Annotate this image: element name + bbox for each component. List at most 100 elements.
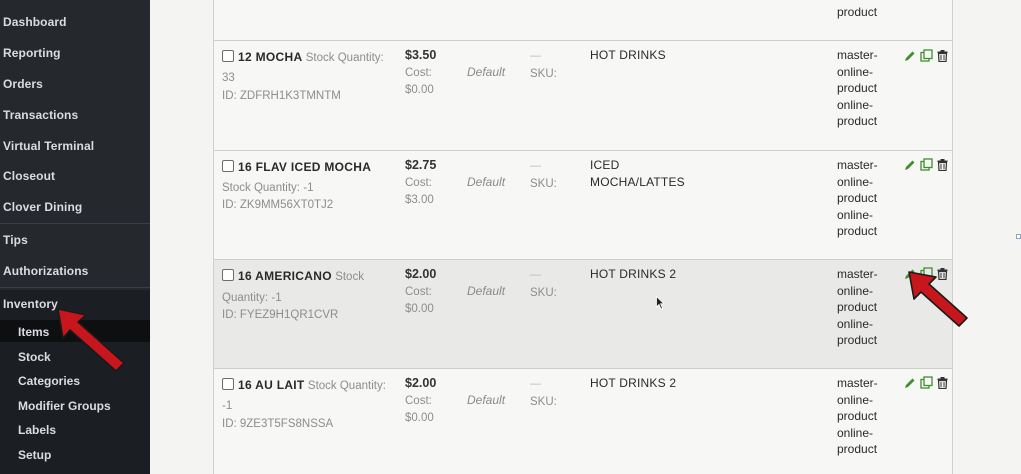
sku-label: SKU: [530,67,557,80]
stock-label: Stock Quantity: [305,52,384,64]
tag-line: product [837,191,878,205]
table-row[interactable]: 12 MOCHA Stock Quantity: 33 ID: ZDFRH1K3… [214,41,952,151]
table-row: product [214,0,952,41]
table-row[interactable]: 16 AMERICANO Stock Quantity: -1 ID: FYEZ… [214,260,952,369]
copy-icon[interactable] [920,376,933,389]
row-checkbox[interactable] [222,50,234,62]
sidebar-subitem-setup[interactable]: Setup [18,448,51,462]
category: HOT DRINKS 2 [590,376,677,390]
sku-dash: — [530,50,541,62]
stock-label-2: Quantity: [222,291,269,304]
tag-line: master- [837,267,878,281]
item-name[interactable]: 16 FLAV ICED MOCHA [238,160,371,174]
table-row[interactable]: 16 FLAV ICED MOCHA Stock Quantity: -1 ID… [214,151,952,260]
cost-label: Cost: [405,66,432,79]
item-name[interactable]: 16 AU LAIT [238,378,305,392]
sidebar-item-authorizations[interactable]: Authorizations [3,264,88,278]
copy-icon[interactable] [920,49,933,62]
annotation-arrow-icon [57,308,125,372]
row-checkbox[interactable] [222,269,234,281]
tag-line: online- [837,316,874,331]
pricing-type: Default [467,284,506,298]
tag-line: product [837,224,878,238]
category: HOT DRINKS 2 [590,267,677,281]
sidebar-item-dashboard[interactable]: Dashboard [3,15,67,29]
sidebar-item-virtual-terminal[interactable]: Virtual Terminal [3,139,94,153]
edit-pencil-icon[interactable] [904,159,916,171]
pricing-type: Default [467,65,506,79]
tag-line: online- [837,64,874,79]
pricing-type: Default [467,393,506,407]
sidebar-divider [0,287,150,288]
copy-icon[interactable] [920,158,933,171]
tag-line: product [837,81,878,95]
item-price: $2.75 [405,158,437,172]
tag-line: product [837,442,878,456]
edit-pencil-icon[interactable] [904,377,916,389]
tag-line: online- [837,207,874,222]
sidebar-subitem-categories[interactable]: Categories [18,374,80,388]
sku-dash: — [530,269,541,281]
content-gutter [150,0,213,474]
annotation-arrow-icon [908,271,968,327]
category: ICED [590,158,620,172]
item-id: ID: 9ZE3T5FS8NSSA [222,418,334,430]
item-price: $2.00 [405,267,437,281]
sidebar-subitem-items[interactable]: Items [18,325,49,339]
items-table: product 12 MOCHA Stock Quantity: 33 ID: … [213,0,953,474]
table-row[interactable]: 16 AU LAIT Stock Quantity: -1 ID: 9ZE3T5… [214,369,952,474]
tag-line: master- [837,158,878,172]
cost-value: $3.00 [405,194,434,206]
sidebar: Dashboard Reporting Orders Transactions … [0,0,150,474]
sidebar-subitem-modifier-groups[interactable]: Modifier Groups [18,399,111,413]
tag-line: master- [837,376,878,390]
sidebar-item-transactions[interactable]: Transactions [3,108,78,122]
sidebar-subitem-stock[interactable]: Stock [18,350,51,364]
stock-value: -1 [271,291,282,304]
edit-pencil-icon[interactable] [904,50,916,62]
pricing-type: Default [467,175,506,189]
item-name[interactable]: 16 AMERICANO [238,269,332,283]
item-id: ID: FYEZ9H1QR1CVR [222,309,339,321]
trash-icon[interactable] [937,158,948,171]
sidebar-item-closeout[interactable]: Closeout [3,169,55,183]
row-checkbox[interactable] [222,160,234,172]
item-id: ID: ZDFRH1K3TMNTM [222,90,341,102]
tag-line: online- [837,174,874,189]
sku-label: SKU: [530,177,557,190]
item-name[interactable]: 12 MOCHA [238,50,302,64]
cost-value: $0.00 [405,412,434,424]
tag-line: master- [837,48,878,62]
stock-label: Stock Quantity: [222,181,300,194]
tag-line: product [837,300,878,314]
sku-dash: — [530,378,541,390]
tag-line: online- [837,97,874,112]
row-tag: product [837,5,878,19]
trash-icon[interactable] [937,49,948,62]
cost-label: Cost: [405,394,432,407]
stock-value: 33 [222,71,235,84]
item-price: $2.00 [405,376,437,390]
sidebar-divider [0,223,150,224]
sidebar-item-tips[interactable]: Tips [3,233,28,247]
stock-value: -1 [303,181,314,194]
sidebar-item-reporting[interactable]: Reporting [3,46,61,60]
sidebar-item-inventory[interactable]: Inventory [3,297,58,311]
row-checkbox[interactable] [222,378,234,390]
stock-label: Stock Quantity: [307,380,386,392]
sidebar-item-orders[interactable]: Orders [3,77,43,91]
sidebar-item-clover-dining[interactable]: Clover Dining [3,200,82,214]
tag-line: product [837,409,878,423]
sku-label: SKU: [530,286,557,299]
trash-icon[interactable] [937,376,948,389]
sku-label: SKU: [530,395,557,408]
stock-label: Stock [335,271,364,283]
cost-label: Cost: [405,176,432,189]
stock-value: -1 [222,399,233,412]
category: MOCHA/LATTES [590,174,685,189]
tag-line: online- [837,425,874,440]
resize-handle[interactable] [1016,234,1021,239]
cost-value: $0.00 [405,84,434,96]
sidebar-subitem-labels[interactable]: Labels [18,423,56,437]
tag-line: product [837,114,878,128]
